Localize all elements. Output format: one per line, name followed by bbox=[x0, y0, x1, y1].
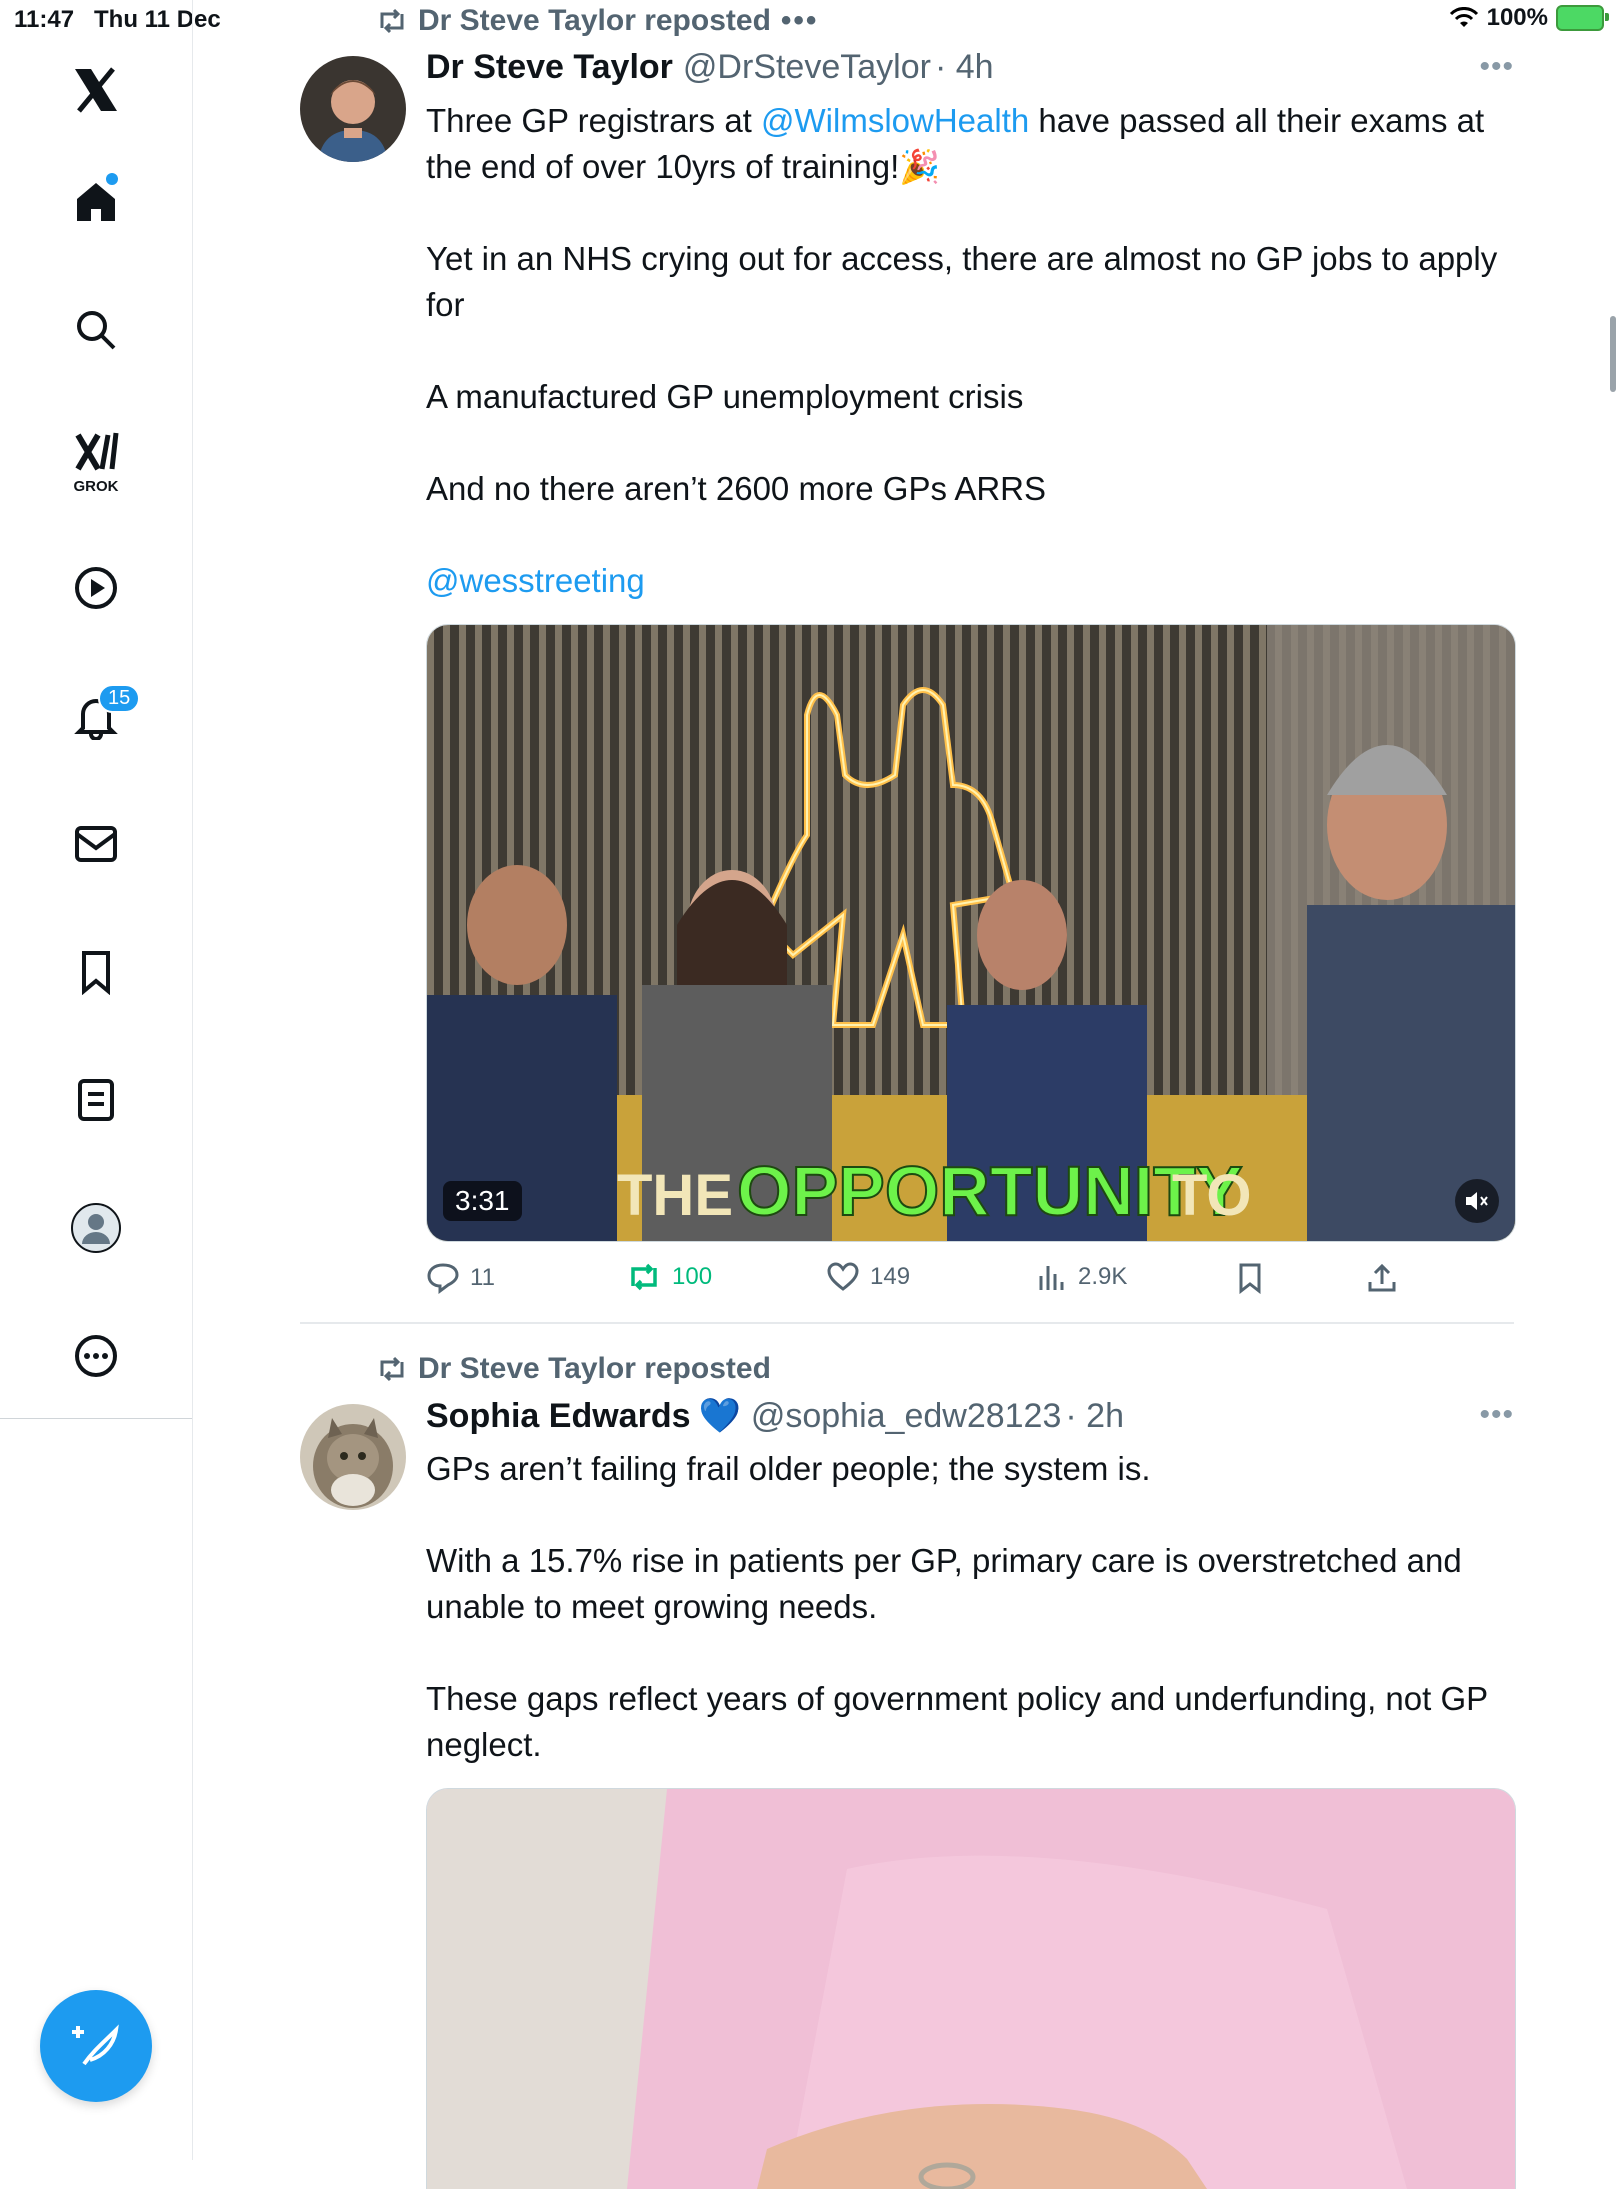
author-name[interactable]: Dr Steve Taylor bbox=[426, 48, 673, 87]
views-count: 2.9K bbox=[1078, 1263, 1128, 1290]
repost-label: Dr Steve Taylor reposted bbox=[418, 1352, 771, 1385]
repost-icon bbox=[631, 1263, 657, 1291]
post-paragraph-4: And no there aren’t 2600 more GPs ARRS bbox=[426, 470, 1047, 507]
post-header: Dr Steve Taylor @DrSteveTaylor · 4h bbox=[426, 48, 994, 87]
caption-the: THE bbox=[617, 1163, 733, 1228]
views-icon bbox=[1039, 1266, 1064, 1290]
grok-icon[interactable] bbox=[70, 426, 122, 478]
battery-icon bbox=[1556, 5, 1609, 31]
status-right: 100% bbox=[1449, 4, 1609, 32]
post-paragraph-1: GPs aren’t failing frail older people; t… bbox=[426, 1450, 1151, 1487]
post-paragraph-2: With a 15.7% rise in patients per GP, pr… bbox=[426, 1542, 1462, 1625]
post-paragraph-3: These gaps reflect years of government p… bbox=[426, 1680, 1488, 1763]
image-frame bbox=[427, 1789, 1515, 2189]
search-icon[interactable] bbox=[70, 304, 122, 356]
video-duration: 3:31 bbox=[443, 1181, 522, 1221]
post-time[interactable]: · 2h bbox=[1065, 1397, 1124, 1436]
repost-more-icon[interactable]: ••• bbox=[781, 4, 819, 38]
like-count: 149 bbox=[870, 1263, 911, 1290]
post-paragraph-5: @wesstreeting bbox=[426, 558, 1516, 604]
share-button[interactable] bbox=[1366, 1262, 1398, 1294]
repost-button[interactable]: 100 bbox=[626, 1262, 712, 1292]
mention-link[interactable]: @wesstreeting bbox=[426, 562, 645, 599]
post-time[interactable]: · 4h bbox=[935, 48, 994, 87]
compose-button[interactable] bbox=[40, 1990, 152, 2102]
reply-icon bbox=[427, 1263, 459, 1294]
caption-to: TO bbox=[1172, 1163, 1252, 1228]
reply-button[interactable]: 11 bbox=[426, 1262, 495, 1294]
mail-icon[interactable] bbox=[70, 818, 122, 870]
author-name[interactable]: Sophia Edwards bbox=[426, 1397, 691, 1436]
post-line-1: Three GP registrars at @WilmslowHealth h… bbox=[426, 102, 1485, 185]
post-more-icon[interactable]: ••• bbox=[1479, 1398, 1514, 1432]
x-logo-icon[interactable] bbox=[70, 64, 122, 116]
sidebar: GROK 15 bbox=[0, 0, 193, 2160]
author-handle[interactable]: @sophia_edw28123 bbox=[751, 1397, 1062, 1436]
compose-icon bbox=[72, 2024, 119, 2066]
post-image[interactable] bbox=[426, 1788, 1516, 2189]
post-body: Three GP registrars at @WilmslowHealth h… bbox=[426, 98, 1516, 604]
views-button[interactable]: 2.9K bbox=[1036, 1262, 1127, 1292]
notification-badge: 15 bbox=[98, 684, 141, 713]
repost-indicator: Dr Steve Taylor reposted bbox=[376, 1352, 771, 1386]
like-button[interactable]: 149 bbox=[826, 1262, 910, 1292]
home-unread-dot bbox=[106, 173, 118, 185]
repost-count: 100 bbox=[672, 1263, 713, 1290]
post-actions: 11 100 149 2.9K bbox=[426, 1262, 1514, 1312]
post-paragraph-2: Yet in an NHS crying out for access, the… bbox=[426, 240, 1498, 323]
share-icon bbox=[1368, 1263, 1396, 1292]
post-paragraph-3: A manufactured GP unemployment crisis bbox=[426, 378, 1024, 415]
mute-icon[interactable] bbox=[1455, 1179, 1499, 1223]
post-divider bbox=[300, 1322, 1514, 1324]
reply-count: 11 bbox=[470, 1264, 495, 1291]
battery-percent: 100% bbox=[1486, 4, 1548, 31]
avatar[interactable] bbox=[300, 1404, 406, 1510]
post-more-icon[interactable]: ••• bbox=[1479, 50, 1514, 84]
wifi-icon bbox=[1449, 7, 1478, 27]
lists-icon[interactable] bbox=[70, 1074, 122, 1126]
profile-icon[interactable] bbox=[70, 1202, 122, 1254]
more-icon[interactable] bbox=[70, 1330, 122, 1382]
scrollbar[interactable] bbox=[1610, 316, 1616, 392]
bookmark-icon bbox=[1239, 1263, 1261, 1294]
grok-label: GROK bbox=[73, 478, 119, 495]
post-body: GPs aren’t failing frail older people; t… bbox=[426, 1446, 1516, 1768]
video-frame: THE OPPORTUNITY TO bbox=[427, 625, 1515, 1241]
avatar[interactable] bbox=[300, 56, 406, 162]
repost-indicator: Dr Steve Taylor reposted ••• bbox=[376, 4, 818, 38]
blue-heart-badge: 💙 bbox=[698, 1397, 741, 1435]
sidebar-separator bbox=[0, 1418, 192, 1419]
author-handle[interactable]: @DrSteveTaylor bbox=[683, 48, 931, 87]
bookmark-icon[interactable] bbox=[70, 946, 122, 998]
video-player[interactable]: THE OPPORTUNITY TO 3:31 bbox=[426, 624, 1516, 1242]
mention-link[interactable]: @WilmslowHealth bbox=[761, 102, 1029, 139]
repost-icon bbox=[380, 8, 404, 34]
caption-opportunity: OPPORTUNITY bbox=[737, 1152, 1243, 1230]
repost-icon bbox=[380, 1356, 404, 1382]
heart-icon bbox=[827, 1262, 859, 1291]
post-header: Sophia Edwards 💙 @sophia_edw28123 · 2h bbox=[426, 1396, 1124, 1436]
video-icon[interactable] bbox=[70, 562, 122, 614]
bookmark-button[interactable] bbox=[1236, 1262, 1264, 1294]
repost-label: Dr Steve Taylor reposted bbox=[418, 4, 771, 37]
